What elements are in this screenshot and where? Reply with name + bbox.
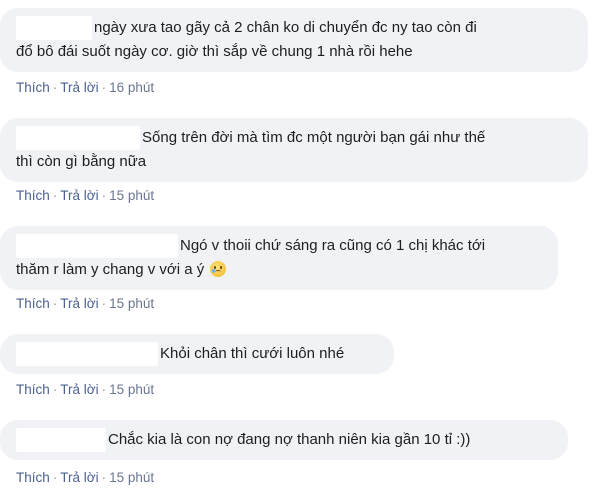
comment-bubble: Sống trên đời mà tìm đc một người bạn gá… bbox=[0, 118, 588, 182]
comment-text-line: Sống trên đời mà tìm đc một người bạn gá… bbox=[142, 129, 486, 146]
redacted-author-name bbox=[16, 428, 106, 452]
comment-text-line: Chắc kia là con nợ đang nợ thanh niên ki… bbox=[108, 431, 471, 448]
separator: · bbox=[52, 470, 58, 485]
comment-text-line: ngày xưa tao gãy cả 2 chân ko di chuyển … bbox=[94, 19, 477, 36]
comment-timestamp[interactable]: 15 phút bbox=[109, 382, 154, 397]
redacted-author-name bbox=[16, 16, 92, 40]
separator: · bbox=[52, 188, 58, 203]
comment-timestamp[interactable]: 15 phút bbox=[109, 470, 154, 485]
crying-face-icon bbox=[210, 261, 227, 277]
comment-actions: Thích · Trả lời · 15 phút bbox=[16, 296, 154, 311]
like-link[interactable]: Thích bbox=[16, 296, 50, 311]
like-link[interactable]: Thích bbox=[16, 470, 50, 485]
reply-link[interactable]: Trả lời bbox=[60, 80, 98, 95]
comment-actions: Thích · Trả lời · 15 phút bbox=[16, 470, 154, 485]
separator: · bbox=[52, 296, 58, 311]
like-link[interactable]: Thích bbox=[16, 382, 50, 397]
comment-actions: Thích · Trả lời · 15 phút bbox=[16, 382, 154, 397]
comment-text-line: Ngó v thoii chứ sáng ra cũng có 1 chị kh… bbox=[180, 237, 486, 254]
comment-timestamp[interactable]: 16 phút bbox=[109, 80, 154, 95]
redacted-author-name bbox=[16, 342, 158, 366]
comment-text-line: thăm r làm y chang v với a ý bbox=[16, 258, 227, 282]
comment-timestamp[interactable]: 15 phút bbox=[109, 296, 154, 311]
separator: · bbox=[52, 382, 58, 397]
comment-text-line: đổ bô đái suốt ngày cơ. giờ thì sắp về c… bbox=[16, 43, 413, 60]
reply-link[interactable]: Trả lời bbox=[60, 470, 98, 485]
separator: · bbox=[101, 382, 107, 397]
separator: · bbox=[101, 80, 107, 95]
reply-link[interactable]: Trả lời bbox=[60, 382, 98, 397]
comment-text: thăm r làm y chang v với a ý bbox=[16, 261, 205, 278]
comment-text-line: Khỏi chân thì cưới luôn nhé bbox=[160, 345, 345, 362]
separator: · bbox=[101, 470, 107, 485]
separator: · bbox=[101, 188, 107, 203]
like-link[interactable]: Thích bbox=[16, 188, 50, 203]
reply-link[interactable]: Trả lời bbox=[60, 296, 98, 311]
comment-bubble: Chắc kia là con nợ đang nợ thanh niên ki… bbox=[0, 420, 568, 460]
comment-bubble: ngày xưa tao gãy cả 2 chân ko di chuyển … bbox=[0, 8, 588, 72]
comment-bubble: Ngó v thoii chứ sáng ra cũng có 1 chị kh… bbox=[0, 226, 558, 290]
comment-actions: Thích · Trả lời · 16 phút bbox=[16, 80, 154, 95]
comment-actions: Thích · Trả lời · 15 phút bbox=[16, 188, 154, 203]
like-link[interactable]: Thích bbox=[16, 80, 50, 95]
separator: · bbox=[101, 296, 107, 311]
redacted-author-name bbox=[16, 234, 178, 258]
reply-link[interactable]: Trả lời bbox=[60, 188, 98, 203]
comment-text-line: thì còn gì bằng nữa bbox=[16, 153, 147, 170]
redacted-author-name bbox=[16, 126, 140, 150]
comment-timestamp[interactable]: 15 phút bbox=[109, 188, 154, 203]
comment-bubble: Khỏi chân thì cưới luôn nhé bbox=[0, 334, 394, 374]
separator: · bbox=[52, 80, 58, 95]
